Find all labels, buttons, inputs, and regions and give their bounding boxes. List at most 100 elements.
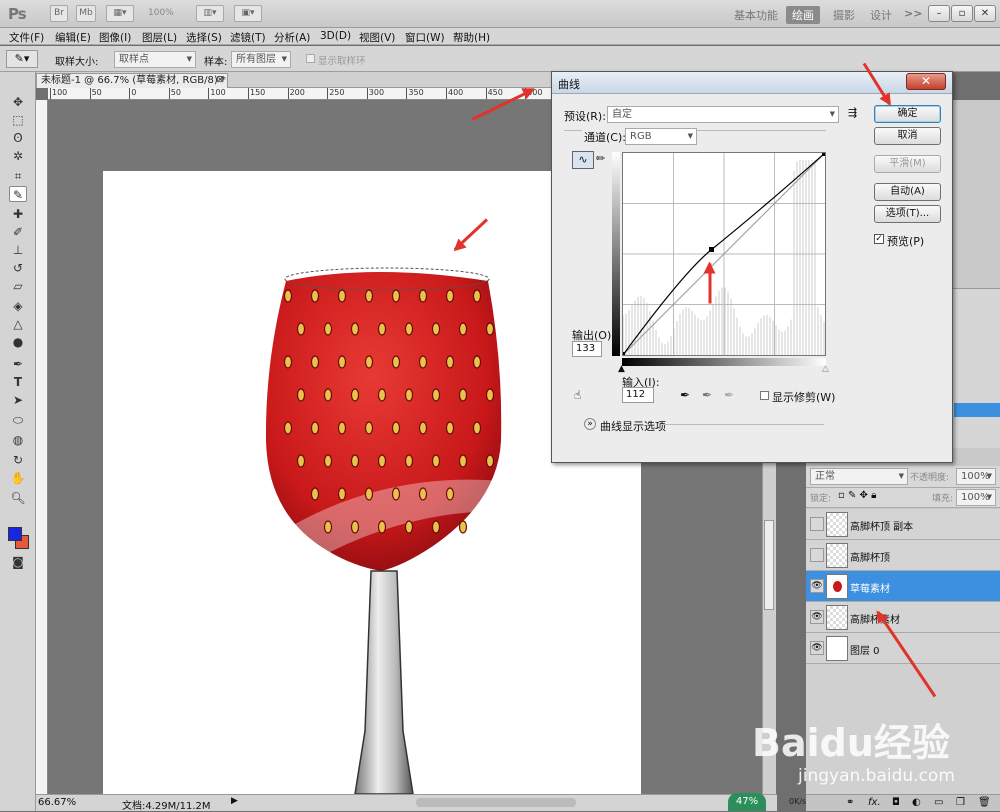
quick-mask-icon[interactable]: ◙ [9, 554, 27, 570]
sample-size-select[interactable]: 取样点 [114, 51, 196, 68]
quick-select-tool-icon[interactable]: ✲ [9, 148, 27, 164]
opacity-input[interactable]: 100% [956, 468, 996, 485]
channel-select[interactable]: RGB [625, 128, 697, 145]
target-adjustment-icon[interactable]: ☝ [574, 388, 581, 402]
show-clipping-checkbox[interactable] [760, 391, 769, 400]
eraser-tool-icon[interactable]: ▱ [9, 278, 27, 294]
crop-tool-icon[interactable]: ⌗ [9, 168, 27, 184]
preset-select[interactable]: 自定 [607, 106, 839, 123]
ok-button[interactable]: 确定 [874, 105, 941, 123]
menu-view[interactable]: 视图(V) [359, 30, 395, 45]
menu-image[interactable]: 图像(I) [99, 30, 131, 45]
visibility-toggle[interactable] [810, 517, 824, 531]
shape-tool-icon[interactable]: ⬭ [9, 412, 27, 428]
fx-icon[interactable]: fx. [868, 795, 881, 810]
input-field[interactable]: 112 [622, 387, 654, 403]
mask-icon[interactable]: ◘ [892, 795, 900, 810]
fill-input[interactable]: 100% [956, 489, 996, 506]
3d-rotate-tool-icon[interactable]: ◍ [9, 432, 27, 448]
minimize-icon[interactable]: – [928, 5, 950, 22]
cancel-button[interactable]: 取消 [874, 127, 941, 145]
black-point-slider[interactable]: ▲ [618, 364, 625, 374]
adjustment-layer-icon[interactable]: ◐ [912, 795, 921, 810]
white-eyedropper-icon[interactable]: ✒ [724, 388, 734, 402]
eye-icon[interactable]: 👁︎ [810, 610, 824, 624]
menu-edit[interactable]: 编辑(E) [55, 30, 91, 45]
view-extras-button[interactable]: ▦▾ [106, 5, 134, 22]
auto-button[interactable]: 自动(A) [874, 183, 941, 201]
history-brush-tool-icon[interactable]: ↺ [9, 260, 27, 276]
bridge-button[interactable]: Br [50, 5, 68, 22]
workspace-design[interactable]: 设计 [864, 6, 898, 24]
menu-3d[interactable]: 3D(D) [320, 30, 351, 42]
zoom-level[interactable]: 100% [148, 8, 174, 18]
close-tab-icon[interactable]: ⊠ [216, 74, 224, 87]
trash-icon[interactable]: 🗑︎ [978, 795, 991, 810]
status-zoom[interactable]: 66.67% [38, 797, 76, 808]
layer-row[interactable]: 高脚杯顶 副本 [806, 509, 1000, 540]
link-layers-icon[interactable]: ⚭ [846, 795, 854, 810]
close-icon[interactable]: ✕ [974, 5, 996, 22]
screen-mode-button[interactable]: ▣▾ [234, 5, 262, 22]
visibility-toggle[interactable] [810, 548, 824, 562]
tray-percent[interactable]: 47% [728, 793, 766, 811]
gray-eyedropper-icon[interactable]: ✒ [702, 388, 712, 402]
menu-analysis[interactable]: 分析(A) [274, 30, 310, 45]
dialog-close-icon[interactable]: ✕ [906, 73, 946, 90]
display-options-label[interactable]: 曲线显示选项 [600, 418, 666, 434]
scrollbar-thumb[interactable] [764, 520, 774, 610]
preset-options-icon[interactable]: ⇶ [848, 106, 857, 119]
status-menu-icon[interactable]: ▶ [231, 796, 238, 806]
curve-graph-svg[interactable] [621, 152, 826, 356]
sample-select[interactable]: 所有图层 [231, 51, 291, 68]
clone-stamp-tool-icon[interactable]: ⊥ [9, 242, 27, 258]
menu-file[interactable]: 文件(F) [9, 30, 44, 45]
menu-help[interactable]: 帮助(H) [453, 30, 490, 45]
smooth-button[interactable]: 平滑(M) [874, 155, 941, 173]
lock-icons[interactable]: ▫ ✎ ✥ 🔒︎ [838, 490, 876, 501]
dodge-tool-icon[interactable]: ● [9, 334, 27, 350]
document-tab[interactable]: 未标题-1 @ 66.7% (草莓素材, RGB/8) * ⊠ [36, 73, 228, 88]
tool-preset-picker[interactable]: ✎▾ [6, 50, 38, 68]
layer-row-selected[interactable]: 👁︎ 草莓素材 [806, 571, 1000, 602]
dialog-titlebar[interactable]: 曲线 ✕ [552, 72, 952, 94]
expand-chevron-icon[interactable]: » [584, 418, 596, 430]
3d-orbit-tool-icon[interactable]: ↻ [9, 452, 27, 468]
menu-layer[interactable]: 图层(L) [142, 30, 177, 45]
eyedropper-tool-icon[interactable]: ✎ [9, 186, 27, 202]
horizontal-scrollbar[interactable] [416, 798, 576, 807]
pencil-tool-icon[interactable]: ✏ [596, 152, 605, 165]
foreground-color-swatch[interactable] [8, 527, 22, 541]
restore-icon[interactable]: ▫ [951, 5, 973, 22]
zoom-tool-icon[interactable]: 🔍︎ [9, 490, 27, 506]
more-workspaces-button[interactable]: >> [898, 6, 928, 21]
group-icon[interactable]: ▭ [934, 795, 943, 810]
minibridge-button[interactable]: Mb [76, 5, 96, 22]
menu-filter[interactable]: 滤镜(T) [230, 30, 266, 45]
layer-row[interactable]: 👁︎ 高脚杯素材 [806, 602, 1000, 633]
type-tool-icon[interactable]: T [9, 374, 27, 390]
hand-tool-icon[interactable]: ✋ [9, 470, 27, 486]
pen-tool-icon[interactable]: ✒ [9, 356, 27, 372]
eye-icon[interactable]: 👁︎ [810, 641, 824, 655]
lasso-tool-icon[interactable]: ʘ [9, 130, 27, 146]
menu-window[interactable]: 窗口(W) [405, 30, 445, 45]
white-point-slider[interactable]: △ [822, 364, 829, 374]
eye-icon[interactable]: 👁︎ [810, 579, 824, 593]
new-layer-icon[interactable]: ❐ [956, 795, 965, 810]
options-button[interactable]: 选项(T)... [874, 205, 941, 223]
paint-bucket-tool-icon[interactable]: ◈ [9, 298, 27, 314]
brush-tool-icon[interactable]: ✐ [9, 224, 27, 240]
workspace-painting[interactable]: 绘画 [786, 6, 820, 24]
healing-brush-tool-icon[interactable]: ✚ [9, 206, 27, 222]
layer-row[interactable]: 高脚杯顶 [806, 540, 1000, 571]
curve-graph[interactable] [621, 152, 826, 356]
path-select-tool-icon[interactable]: ➤ [9, 392, 27, 408]
marquee-tool-icon[interactable]: ⬚ [9, 112, 27, 128]
black-eyedropper-icon[interactable]: ✒ [680, 388, 690, 402]
curve-point-tool-icon[interactable]: ∿ [572, 151, 594, 169]
workspace-essentials[interactable]: 基本功能 [728, 6, 784, 24]
panel-selected-row[interactable] [954, 403, 1000, 417]
show-ring-checkbox[interactable] [306, 54, 315, 63]
arrange-documents-button[interactable]: ▥▾ [196, 5, 224, 22]
